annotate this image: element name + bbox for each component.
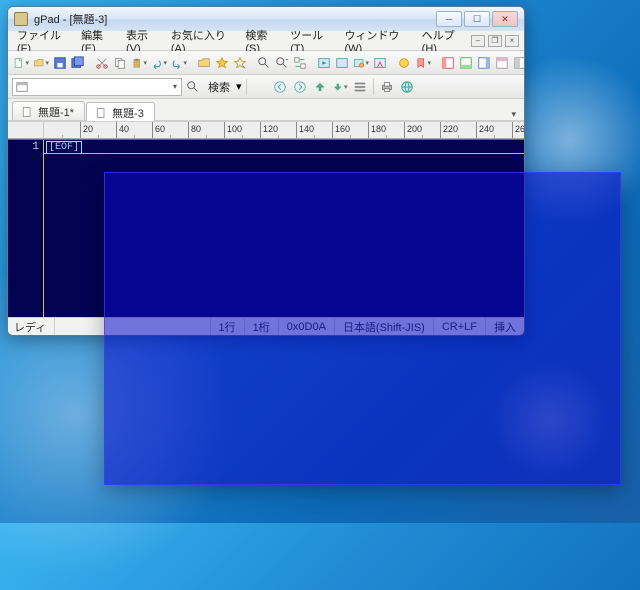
- mdi-restore-button[interactable]: ❐: [488, 35, 502, 47]
- menu-bar: ファイル(F) 編集(E) 表示(V) お気に入り(A) 検索(S) ツール(T…: [8, 31, 524, 51]
- nav-down-button[interactable]: [331, 78, 349, 96]
- nav-menu-button[interactable]: [351, 78, 369, 96]
- tab-list-button[interactable]: ▾: [507, 109, 520, 120]
- status-encoding: 日本語(Shift-JIS): [334, 318, 433, 335]
- status-line: 1行: [210, 318, 244, 335]
- status-bar: レディ 1行 1桁 0x0D0A 日本語(Shift-JIS) CR+LF 挿入: [8, 317, 524, 335]
- paste-button[interactable]: [130, 54, 148, 72]
- toolbar-search: ▾ 検索 ▾: [8, 75, 524, 99]
- replace-button[interactable]: [292, 54, 308, 72]
- run-macro-button[interactable]: [316, 54, 332, 72]
- open-file-button[interactable]: [32, 54, 50, 72]
- editor-body[interactable]: [EOF]: [44, 140, 524, 317]
- toolbar-main: [8, 51, 524, 75]
- cut-button[interactable]: [94, 54, 110, 72]
- save-button[interactable]: [52, 54, 68, 72]
- document-tab-label: 無題-1*: [38, 104, 74, 120]
- print-button[interactable]: [378, 78, 396, 96]
- line-number: 1: [32, 141, 39, 153]
- filetype-input[interactable]: [29, 81, 171, 93]
- close-button[interactable]: ✕: [492, 11, 518, 27]
- search-label: 検索: [204, 79, 234, 95]
- ruler: 20406080100120140160180200220240260: [8, 121, 524, 139]
- panel-2-button[interactable]: [458, 54, 474, 72]
- document-tab-active[interactable]: 無題-3: [86, 102, 155, 121]
- mdi-minimize-button[interactable]: –: [471, 35, 485, 47]
- favorites-folder-button[interactable]: [196, 54, 212, 72]
- mdi-close-button[interactable]: ×: [505, 35, 519, 47]
- nav-forward-button[interactable]: [291, 78, 309, 96]
- find-button[interactable]: [256, 54, 272, 72]
- search-dropdown-icon[interactable]: ▾: [236, 80, 242, 93]
- copy-button[interactable]: [112, 54, 128, 72]
- document-icon: [21, 106, 33, 118]
- line-gutter: 1: [8, 140, 44, 317]
- tool-window-button[interactable]: [334, 54, 350, 72]
- mark-button[interactable]: [414, 54, 432, 72]
- document-tab[interactable]: 無題-1*: [12, 101, 85, 120]
- status-ready: レディ: [8, 318, 54, 335]
- nav-back-button[interactable]: [271, 78, 289, 96]
- document-icon: [95, 107, 107, 119]
- browser-button[interactable]: [398, 78, 416, 96]
- panel-1-button[interactable]: [440, 54, 456, 72]
- add-favorite-button[interactable]: [214, 54, 230, 72]
- panel-3-button[interactable]: [476, 54, 492, 72]
- status-insert-mode: 挿入: [485, 318, 524, 335]
- chevron-down-icon: ▾: [171, 82, 179, 91]
- search-button[interactable]: [184, 78, 202, 96]
- find-next-button[interactable]: [274, 54, 290, 72]
- edit-favorites-button[interactable]: [232, 54, 248, 72]
- record-marker-button[interactable]: [396, 54, 412, 72]
- nav-up-button[interactable]: [311, 78, 329, 96]
- external-tool-button[interactable]: [372, 54, 388, 72]
- redo-button[interactable]: [170, 54, 188, 72]
- panel-4-button[interactable]: [494, 54, 510, 72]
- filetype-icon: [15, 80, 29, 94]
- text-editor[interactable]: 1 [EOF]: [8, 139, 524, 317]
- run-tool-button[interactable]: [352, 54, 370, 72]
- status-column: 1桁: [244, 318, 278, 335]
- document-tab-label: 無題-3: [112, 105, 144, 121]
- save-all-button[interactable]: [70, 54, 86, 72]
- document-tabbar: 無題-1* 無題-3 ▾: [8, 99, 524, 121]
- status-charcode: 0x0D0A: [278, 318, 334, 335]
- filetype-combo[interactable]: ▾: [12, 78, 182, 96]
- panel-5-button[interactable]: [512, 54, 525, 72]
- undo-button[interactable]: [150, 54, 168, 72]
- status-eol: CR+LF: [433, 318, 485, 335]
- new-file-button[interactable]: [12, 54, 30, 72]
- app-window: gPad - [無題-3] ─ ☐ ✕ ファイル(F) 編集(E) 表示(V) …: [7, 6, 525, 336]
